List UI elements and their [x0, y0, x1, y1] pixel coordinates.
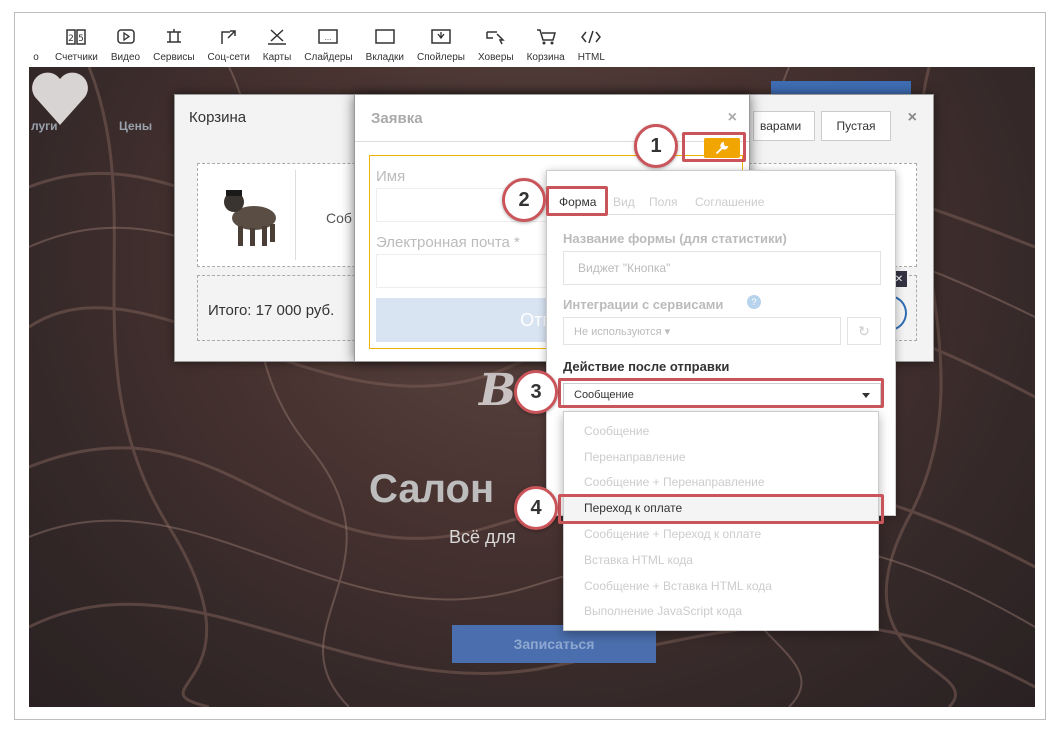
svg-text:5: 5	[79, 34, 85, 44]
tab-agreement[interactable]: Соглашение	[695, 195, 764, 209]
toolbar-item-partial[interactable]: о	[25, 28, 47, 63]
nav-prices[interactable]: Цены	[119, 119, 152, 133]
dropdown-option[interactable]: Сообщение + Перенаправление	[564, 470, 878, 496]
social-icon	[218, 28, 240, 46]
toolbar-item-label: Спойлеры	[417, 52, 465, 63]
hero-logo-letter: B	[479, 365, 517, 416]
slider-icon: ...	[317, 28, 339, 46]
info-icon[interactable]: ?	[747, 295, 761, 309]
toolbar-item-counters[interactable]: 25 Счетчики	[55, 28, 98, 63]
toolbar-item-video[interactable]: Видео	[111, 28, 140, 63]
toolbar-item-label: Сервисы	[153, 52, 195, 63]
dropdown-option[interactable]: Сообщение + Переход к оплате	[564, 521, 878, 547]
toolbar-item-sliders[interactable]: ... Слайдеры	[304, 28, 353, 63]
cart-close-button[interactable]: ×	[908, 109, 917, 127]
toolbar-item-label: Корзина	[526, 52, 565, 63]
toolbar-item-spoilers[interactable]: Спойлеры	[417, 28, 465, 63]
callout-badge-1: 1	[634, 124, 678, 168]
integrations-label: Интеграции с сервисами	[563, 297, 724, 312]
services-icon	[163, 28, 185, 46]
cart-item-name: Соб	[326, 210, 352, 226]
hover-icon	[485, 28, 507, 46]
refresh-icon[interactable]: ↻	[847, 317, 881, 345]
callout-badge-3: 3	[514, 370, 558, 414]
cart-total: Итого: 17 000 руб.	[208, 302, 335, 319]
toolbar-item-label: Видео	[110, 52, 141, 63]
cart-icon	[535, 28, 557, 46]
toolbar-item-html[interactable]: HTML	[578, 28, 605, 63]
toolbar-item-label: Вкладки	[365, 52, 405, 63]
cart-tab-empty[interactable]: Пустая	[821, 111, 891, 141]
toolbar-item-label: Ховеры	[477, 52, 514, 63]
code-icon	[580, 28, 602, 46]
dropdown-option[interactable]: Сообщение	[564, 418, 878, 444]
dropdown-option[interactable]: Вставка HTML кода	[564, 547, 878, 573]
toolbar-item-tabs[interactable]: Вкладки	[366, 28, 404, 63]
callout-box-3	[558, 378, 884, 408]
video-icon	[115, 28, 137, 46]
dropdown-option[interactable]: Выполнение JavaScript кода	[564, 599, 878, 625]
toolbar-item-social[interactable]: Соц-сети	[208, 28, 250, 63]
name-label: Имя	[376, 168, 406, 185]
hero-title: Салон	[369, 467, 495, 511]
callout-box-4	[558, 494, 884, 524]
toolbar-item-label: о	[33, 52, 39, 63]
callout-box-2	[546, 186, 608, 216]
toolbar-item-label: HTML	[577, 52, 605, 63]
form-name-input[interactable]: Виджет "Кнопка"	[563, 251, 881, 285]
cart-title: Корзина	[189, 109, 247, 126]
tabs-icon	[374, 28, 396, 46]
toolbar-item-services[interactable]: Сервисы	[153, 28, 195, 63]
toolbar-item-cart[interactable]: Корзина	[527, 28, 565, 63]
robot-dog-image	[224, 190, 276, 246]
cart-tab-with-items[interactable]: варами	[753, 111, 815, 141]
toolbar-item-maps[interactable]: Карты	[262, 28, 292, 63]
request-close-button[interactable]: ×	[728, 109, 737, 127]
dropdown-option[interactable]: Сообщение + Вставка HTML кода	[564, 573, 878, 599]
callout-badge-2: 2	[502, 178, 546, 222]
hero-subtitle: Всё для	[449, 527, 516, 547]
action-label: Действие после отправки	[563, 359, 730, 374]
dropdown-option[interactable]: Перенаправление	[564, 444, 878, 470]
email-label: Электронная почта *	[376, 234, 520, 251]
widget-toolbar: о 25 Счетчики Видео Сервисы Соц-сети Кар…	[15, 13, 1045, 67]
toolbar-item-label: Соц-сети	[207, 52, 250, 63]
spoiler-icon	[430, 28, 452, 46]
map-icon	[266, 28, 288, 46]
toolbar-item-label: Слайдеры	[304, 52, 353, 63]
svg-text:2: 2	[69, 34, 75, 44]
partial-icon	[25, 28, 47, 46]
svg-text:...: ...	[325, 34, 332, 42]
integrations-select[interactable]: Не используются ▾	[563, 317, 841, 345]
counter-icon: 25	[65, 28, 87, 46]
callout-box-1	[682, 132, 746, 162]
toolbar-item-label: Карты	[262, 52, 292, 63]
toolbar-item-label: Счетчики	[55, 52, 98, 63]
form-name-label: Название формы (для статистики)	[563, 231, 787, 246]
product-image	[204, 170, 296, 260]
request-title: Заявка	[371, 110, 423, 127]
tab-view[interactable]: Вид	[613, 195, 635, 209]
heart-icon	[32, 72, 88, 125]
toolbar-item-hovers[interactable]: Ховеры	[478, 28, 514, 63]
tab-fields[interactable]: Поля	[649, 195, 678, 209]
callout-badge-4: 4	[514, 486, 558, 530]
